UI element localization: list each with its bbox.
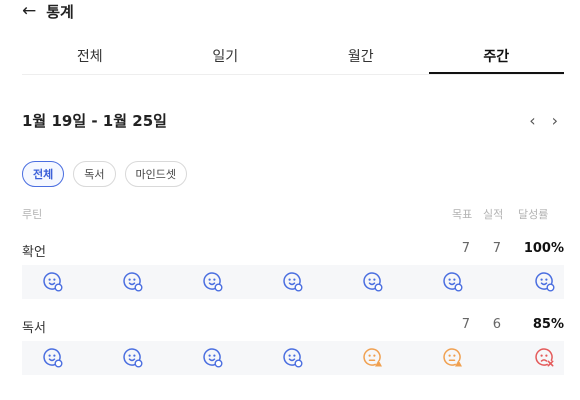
tab-monthly[interactable]: 월간	[293, 38, 429, 74]
routine-week-row	[22, 341, 564, 375]
routine-rate: 85%	[532, 317, 564, 332]
tab-all[interactable]: 전체	[22, 38, 158, 74]
filter-chip-all[interactable]: 전체	[22, 161, 65, 187]
filter-chips: 전체 독서 마인드셋	[22, 161, 187, 187]
chevron-left-icon[interactable]: ‹	[529, 111, 535, 130]
routine-name: 확언	[22, 245, 46, 260]
column-routine: 루틴	[22, 208, 43, 221]
filter-chip-reading[interactable]: 독서	[73, 161, 116, 187]
tab-diary[interactable]: 일기	[158, 38, 294, 74]
day-status-done-icon[interactable]	[535, 272, 555, 292]
day-status-done-icon[interactable]	[443, 272, 463, 292]
column-rate: 달성률	[518, 208, 549, 221]
tab-weekly[interactable]: 주간	[428, 38, 565, 74]
week-navigation: ‹ ›	[529, 111, 558, 130]
filter-chip-mindset[interactable]: 마인드셋	[124, 161, 187, 187]
routine-actual: 7	[492, 241, 501, 256]
header: ← 통계	[22, 0, 74, 22]
date-range-row: 1월 19일 - 1월 25일 ‹ ›	[22, 108, 558, 132]
column-headers: 루틴 목표 실적 달성률	[22, 206, 564, 222]
day-status-done-icon[interactable]	[123, 348, 143, 368]
day-status-partial-icon[interactable]	[443, 348, 463, 368]
day-status-done-icon[interactable]	[203, 272, 223, 292]
routine-actual: 6	[492, 317, 501, 332]
column-actual: 실적	[483, 208, 504, 221]
page-title: 통계	[46, 2, 74, 21]
routine-goal: 7	[461, 241, 470, 256]
day-status-done-icon[interactable]	[43, 272, 63, 292]
tab-bar: 전체 일기 월간 주간	[22, 38, 564, 74]
routine-week-row	[22, 265, 564, 299]
day-status-done-icon[interactable]	[283, 272, 303, 292]
back-arrow-icon[interactable]: ←	[22, 2, 36, 20]
date-range-label: 1월 19일 - 1월 25일	[22, 111, 167, 130]
chevron-right-icon[interactable]: ›	[552, 111, 558, 130]
day-status-missed-icon[interactable]	[535, 348, 555, 368]
routine-name: 독서	[22, 321, 46, 336]
column-goal: 목표	[452, 208, 473, 221]
day-status-done-icon[interactable]	[203, 348, 223, 368]
tab-divider	[22, 74, 564, 75]
day-status-done-icon[interactable]	[283, 348, 303, 368]
day-status-done-icon[interactable]	[123, 272, 143, 292]
day-status-done-icon[interactable]	[363, 272, 383, 292]
day-status-partial-icon[interactable]	[363, 348, 383, 368]
routine-goal: 7	[461, 317, 470, 332]
routine-rate: 100%	[523, 241, 564, 256]
day-status-done-icon[interactable]	[43, 348, 63, 368]
